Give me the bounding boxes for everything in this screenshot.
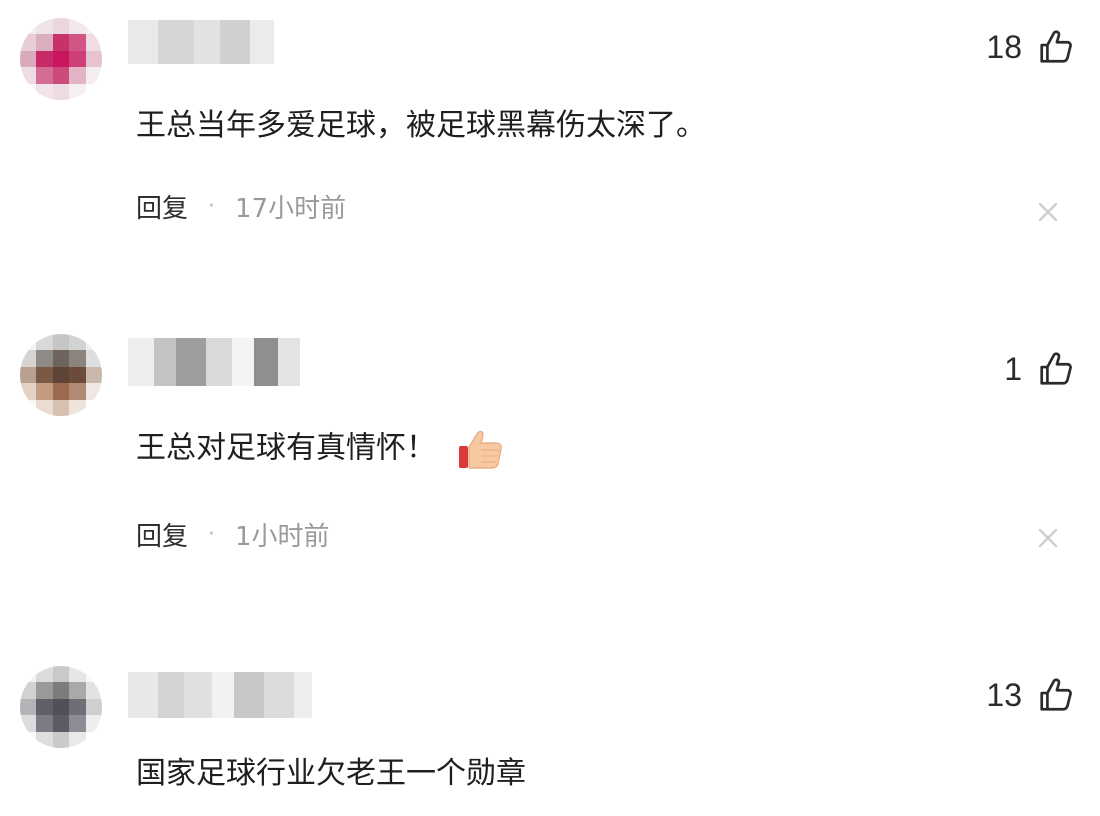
like-count: 18 bbox=[986, 28, 1022, 65]
thumb-up-outline-icon[interactable] bbox=[1036, 676, 1074, 714]
close-icon[interactable] bbox=[1036, 200, 1060, 224]
meta-separator: · bbox=[208, 522, 216, 547]
close-icon[interactable] bbox=[1036, 526, 1060, 550]
comment-item: 13 国家足球行业欠老王一个勋章 bbox=[0, 650, 1100, 816]
comment-meta: 回复 · 1小时前 bbox=[136, 516, 330, 553]
thumb-up-outline-icon[interactable] bbox=[1036, 350, 1074, 388]
reply-button[interactable]: 回复 bbox=[136, 516, 188, 553]
like-area[interactable]: 1 bbox=[1004, 350, 1074, 388]
comment-item: 1 王总对足球有真情怀！ 回复 · 1小时前 bbox=[0, 320, 1100, 580]
comment-text: 王总对足球有真情怀！ bbox=[136, 426, 506, 472]
username-blurred[interactable] bbox=[128, 338, 300, 386]
comment-item: 18 王总当年多爱足球，被足球黑幕伤太深了。 回复 · 17小时前 bbox=[0, 0, 1100, 300]
like-count: 13 bbox=[986, 676, 1022, 713]
thumbs-up-emoji bbox=[459, 430, 502, 469]
comment-text: 王总当年多爱足球，被足球黑幕伤太深了。 bbox=[136, 108, 706, 143]
avatar[interactable] bbox=[20, 666, 102, 748]
username-blurred[interactable] bbox=[128, 20, 274, 64]
reply-button[interactable]: 回复 bbox=[136, 188, 188, 225]
like-area[interactable]: 18 bbox=[986, 28, 1074, 66]
avatar[interactable] bbox=[20, 18, 102, 100]
meta-separator: · bbox=[208, 194, 216, 219]
thumb-up-outline-icon[interactable] bbox=[1036, 28, 1074, 66]
comment-timestamp: 17小时前 bbox=[235, 194, 347, 224]
comment-text-content: 王总对足球有真情怀！ bbox=[136, 430, 436, 466]
comment-timestamp: 1小时前 bbox=[235, 522, 330, 552]
like-area[interactable]: 13 bbox=[986, 676, 1074, 714]
like-count: 1 bbox=[1004, 350, 1022, 387]
avatar[interactable] bbox=[20, 334, 102, 416]
comment-meta: 回复 · 17小时前 bbox=[136, 188, 346, 225]
comment-text: 国家足球行业欠老王一个勋章 bbox=[136, 756, 526, 791]
username-blurred[interactable] bbox=[128, 672, 312, 718]
